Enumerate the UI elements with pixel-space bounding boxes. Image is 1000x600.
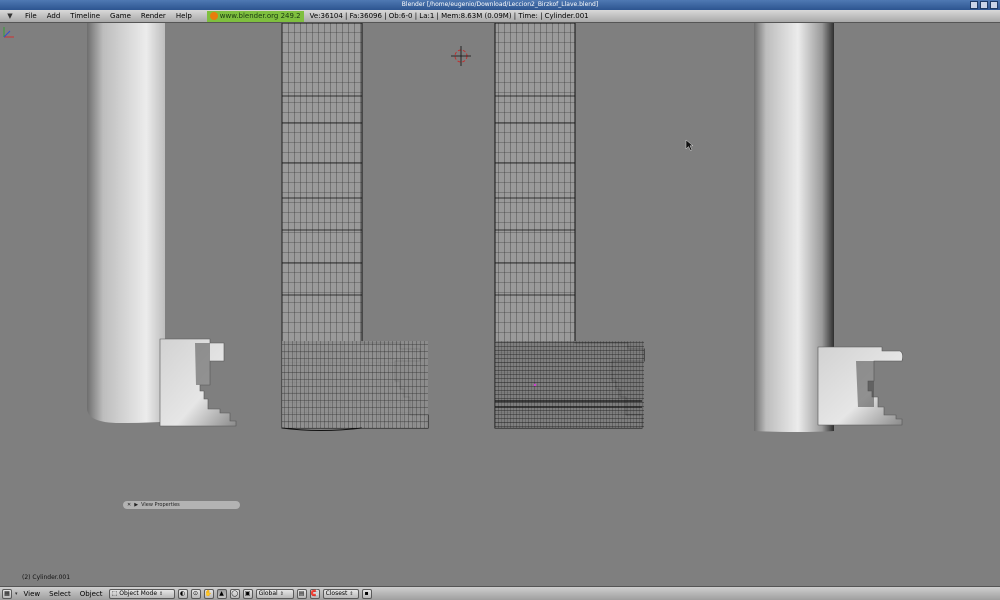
3d-viewport[interactable]: ✕ ▶ View Properties (2) Cylinder.001 xyxy=(0,23,1000,586)
pivot-icon[interactable]: ⊙ xyxy=(190,588,201,599)
mode-selector[interactable]: ⬚ Object Mode ⇕ xyxy=(108,588,175,599)
maximize-icon[interactable] xyxy=(980,1,988,9)
translate-icon[interactable]: ▲ xyxy=(216,588,227,599)
view-properties-panel[interactable]: ✕ ▶ View Properties xyxy=(123,501,240,509)
menu-add[interactable]: Add xyxy=(42,12,66,20)
close-icon[interactable]: ✕ xyxy=(127,501,131,509)
draw-type-icon[interactable]: ◐ xyxy=(177,588,188,599)
snap-toggle-icon[interactable]: 🧲 xyxy=(309,588,320,599)
scene-stats: Ve:36104 | Fa:36096 | Ob:6-0 | La:1 | Me… xyxy=(309,12,589,20)
menu-game[interactable]: Game xyxy=(105,12,136,20)
manipulator-toggle-icon[interactable]: ✋ xyxy=(203,588,214,599)
axis-gizmo-icon xyxy=(3,27,14,38)
dropdown-icon: ⇕ xyxy=(159,590,164,597)
orientation-selector[interactable]: Global ⇕ xyxy=(255,588,294,599)
window-title: Blender [/home/eugenio/Download/Leccion2… xyxy=(401,1,599,8)
menu-object[interactable]: Object xyxy=(77,590,106,598)
dropdown-icon: ⇕ xyxy=(349,590,354,597)
key-mesh-solid-right[interactable] xyxy=(754,23,903,432)
version-badge[interactable]: www.blender.org 249.2 xyxy=(206,10,304,22)
mode-label: Object Mode xyxy=(119,589,158,597)
menu-view[interactable]: View xyxy=(21,590,44,598)
close-icon[interactable] xyxy=(990,1,998,9)
minimize-icon[interactable] xyxy=(970,1,978,9)
info-header: ▼ File Add Timeline Game Render Help www… xyxy=(0,10,1000,23)
menu-render[interactable]: Render xyxy=(136,12,171,20)
scale-icon[interactable]: ▣ xyxy=(242,588,253,599)
snap-label: Closest xyxy=(325,589,348,597)
menu-file[interactable]: File xyxy=(20,12,42,20)
3d-cursor-icon xyxy=(451,46,471,66)
menu-help[interactable]: Help xyxy=(171,12,197,20)
header-collapse-icon[interactable]: ▼ xyxy=(0,12,20,20)
key-mesh-solid-left[interactable] xyxy=(87,23,237,427)
collapse-icon[interactable]: ▾ xyxy=(15,591,18,597)
menu-select[interactable]: Select xyxy=(46,590,74,598)
key-mesh-wireframe-center-right[interactable] xyxy=(494,23,645,429)
window-titlebar: Blender [/home/eugenio/Download/Leccion2… xyxy=(0,0,1000,10)
key-mesh-wireframe-center-left[interactable] xyxy=(281,23,429,431)
expand-icon[interactable]: ▶ xyxy=(134,501,138,509)
active-object-info: (2) Cylinder.001 xyxy=(22,574,71,581)
version-label: www.blender.org 249.2 xyxy=(219,11,301,20)
3d-view-header: ▦ ▾ View Select Object ⬚ Object Mode ⇕ ◐… xyxy=(0,586,1000,600)
dropdown-icon: ⇕ xyxy=(279,590,284,597)
snap-selector[interactable]: Closest ⇕ xyxy=(322,588,359,599)
orientation-label: Global xyxy=(258,589,278,597)
rotate-icon[interactable]: ◯ xyxy=(229,588,240,599)
object-mode-icon: ⬚ xyxy=(111,589,118,597)
mouse-pointer-icon xyxy=(685,139,694,151)
view-properties-label: View Properties xyxy=(141,502,180,508)
blender-logo-icon xyxy=(209,12,218,20)
menu-timeline[interactable]: Timeline xyxy=(65,12,105,20)
editor-type-icon[interactable]: ▦ xyxy=(2,588,12,599)
layer-icon[interactable]: ▤ xyxy=(296,588,307,599)
render-preview-icon[interactable]: ▪ xyxy=(361,588,372,599)
